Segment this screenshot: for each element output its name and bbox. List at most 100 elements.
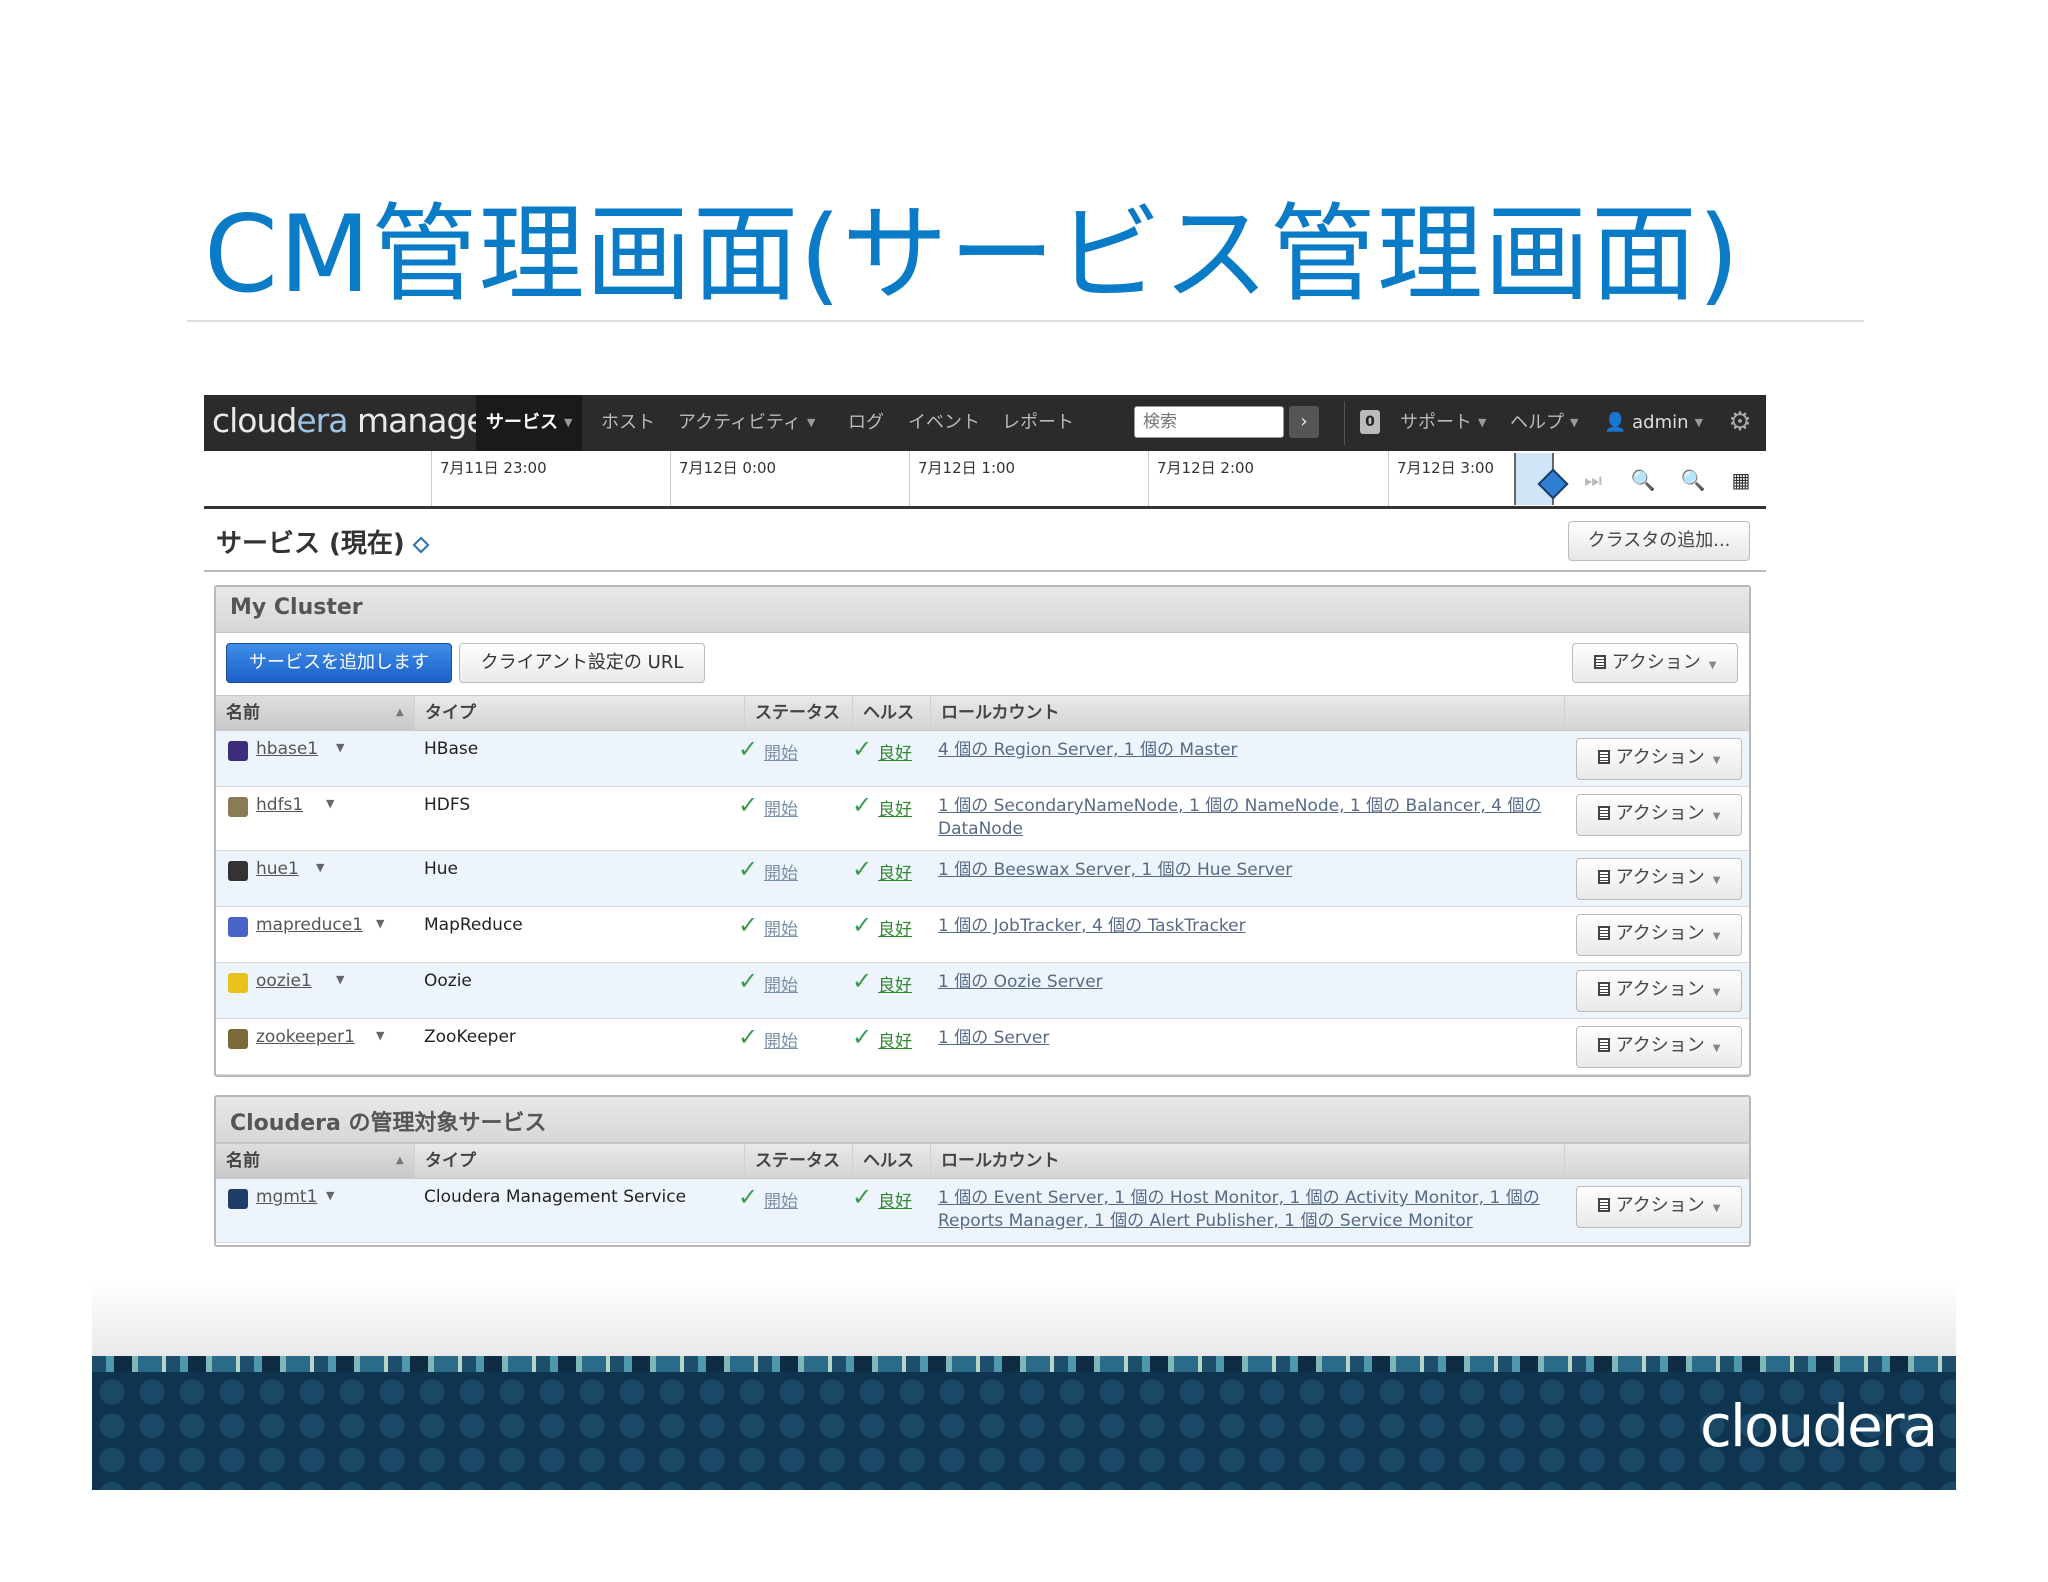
- status-link[interactable]: 開始: [764, 1027, 798, 1052]
- row-actions-button[interactable]: アクション ▼: [1576, 970, 1742, 1012]
- nav-services[interactable]: サービス ▼: [476, 395, 583, 451]
- service-name-link[interactable]: hue1: [256, 859, 299, 879]
- management-service-table-body: mgmt1 ▼ Cloudera Management Service ✓ 開始 ✓ 良好 1…: [216, 1179, 1749, 1243]
- row-actions-button[interactable]: アクション ▼: [1576, 1186, 1742, 1228]
- column-name[interactable]: 名前 ▲: [216, 696, 414, 730]
- role-count-links[interactable]: 1 個の Event Server, 1 個の Host Monitor, 1 …: [938, 1187, 1568, 1233]
- table-row: oozie1 ▼ Oozie ✓ 開始 ✓ 良好 1 個の Oozie Server アクション…: [216, 963, 1749, 1019]
- timeline-bar[interactable]: 7月11日 23:00 7月12日 0:00 7月12日 1:00 7月12日 …: [204, 451, 1766, 509]
- service-name-link[interactable]: mgmt1: [256, 1187, 317, 1207]
- row-actions-button[interactable]: アクション ▼: [1576, 914, 1742, 956]
- nav-events[interactable]: イベント: [908, 395, 980, 451]
- status-link[interactable]: 開始: [764, 915, 798, 940]
- column-type[interactable]: タイプ: [414, 1144, 744, 1178]
- nav-help[interactable]: ヘルプ ▼: [1510, 395, 1578, 451]
- role-count-links[interactable]: 4 個の Region Server, 1 個の Master: [938, 739, 1568, 762]
- check-icon: ✓: [852, 1183, 873, 1211]
- service-name-link[interactable]: hbase1: [256, 739, 318, 759]
- chevron-down-icon[interactable]: ▼: [326, 797, 334, 810]
- table-row: hdfs1 ▼ HDFS ✓ 開始 ✓ 良好 1 個の SecondaryNameNode, …: [216, 787, 1749, 851]
- health-link[interactable]: 良好: [878, 915, 912, 940]
- health-link[interactable]: 良好: [878, 971, 912, 996]
- nav-activities[interactable]: アクティビティ ▼: [678, 395, 815, 451]
- nav-divider: [1344, 401, 1345, 445]
- check-icon: ✓: [852, 855, 873, 883]
- status-link[interactable]: 開始: [764, 1187, 798, 1212]
- chevron-down-icon[interactable]: ▼: [336, 973, 344, 986]
- chevron-down-icon[interactable]: ▼: [326, 1189, 334, 1202]
- nav-logs[interactable]: ログ: [848, 395, 884, 451]
- cloudera-logo: cloudera: [1700, 1392, 1938, 1460]
- chevron-down-icon[interactable]: ▼: [376, 1029, 384, 1042]
- nav-reports[interactable]: レポート: [1002, 395, 1074, 451]
- management-panel-title: Cloudera の管理対象サービス: [216, 1097, 1749, 1143]
- client-config-url-button[interactable]: クライアント設定の URL: [459, 643, 705, 683]
- health-link[interactable]: 良好: [878, 795, 912, 820]
- column-name-label: 名前: [226, 703, 260, 723]
- nav-support-label: サポート: [1400, 412, 1472, 433]
- timeline-tick: 7月12日 0:00: [670, 451, 776, 506]
- skip-to-end-icon[interactable]: ⏭: [1576, 465, 1610, 495]
- top-navigation-bar: cloudera manager サービス ▼ ホスト アクティビティ ▼ ログ イ…: [204, 395, 1766, 451]
- document-icon: [1597, 870, 1610, 884]
- column-type[interactable]: タイプ: [414, 696, 744, 730]
- service-name-link[interactable]: hdfs1: [256, 795, 303, 815]
- row-actions-button[interactable]: アクション ▼: [1576, 858, 1742, 900]
- status-link[interactable]: 開始: [764, 859, 798, 884]
- nav-support[interactable]: サポート ▼: [1400, 395, 1486, 451]
- zoom-out-icon[interactable]: 🔍: [1626, 465, 1660, 495]
- health-link[interactable]: 良好: [878, 1187, 912, 1212]
- service-name-link[interactable]: oozie1: [256, 971, 312, 991]
- check-icon: ✓: [738, 911, 759, 939]
- slide: CM管理画面(サービス管理画面) cloudera manager サービス ▼ …: [0, 0, 2048, 1582]
- check-icon: ✓: [852, 735, 873, 763]
- chevron-down-icon[interactable]: ▼: [336, 741, 344, 754]
- column-name[interactable]: 名前 ▲: [216, 1144, 414, 1178]
- row-actions-button[interactable]: アクション ▼: [1576, 738, 1742, 780]
- status-link[interactable]: 開始: [764, 971, 798, 996]
- role-count-links[interactable]: 1 個の Server: [938, 1027, 1568, 1050]
- role-count-links[interactable]: 1 個の Beeswax Server, 1 個の Hue Server: [938, 859, 1568, 882]
- document-icon: [1597, 1198, 1610, 1212]
- column-status[interactable]: ステータス: [744, 696, 852, 730]
- slide-title: CM管理画面(サービス管理画面): [204, 193, 1741, 316]
- cloudera-manager-logo[interactable]: cloudera manager: [212, 401, 499, 440]
- nav-hosts[interactable]: ホスト: [601, 395, 655, 451]
- column-role-count[interactable]: ロールカウント: [930, 1144, 1564, 1178]
- table-header: 名前 ▲ タイプ ステータス ヘルス ロールカウント: [216, 695, 1749, 731]
- add-cluster-button[interactable]: クラスタの追加...: [1568, 521, 1750, 561]
- cluster-service-table-body: hbase1 ▼ HBase ✓ 開始 ✓ 良好 4 個の Region Server, 1 …: [216, 731, 1749, 1075]
- status-link[interactable]: 開始: [764, 795, 798, 820]
- column-health[interactable]: ヘルス: [852, 696, 930, 730]
- column-health[interactable]: ヘルス: [852, 1144, 930, 1178]
- row-actions-button[interactable]: アクション ▼: [1576, 1026, 1742, 1068]
- gear-icon[interactable]: ⚙: [1726, 405, 1754, 439]
- logo-part-cloud: cloud: [212, 401, 297, 440]
- calendar-icon[interactable]: ▦: [1724, 465, 1758, 495]
- column-role-count[interactable]: ロールカウント: [930, 696, 1564, 730]
- service-type-icon: [228, 917, 248, 937]
- chevron-down-icon[interactable]: ▼: [316, 861, 324, 874]
- add-service-button[interactable]: サービスを追加します: [226, 643, 452, 683]
- role-count-links[interactable]: 1 個の SecondaryNameNode, 1 個の NameNode, 1…: [938, 795, 1568, 841]
- role-count-links[interactable]: 1 個の JobTracker, 4 個の TaskTracker: [938, 915, 1568, 938]
- service-name-link[interactable]: mapreduce1: [256, 915, 363, 935]
- cluster-actions-button[interactable]: アクション ▼: [1572, 643, 1738, 683]
- search-input[interactable]: [1134, 406, 1284, 438]
- role-count-links[interactable]: 1 個の Oozie Server: [938, 971, 1568, 994]
- check-icon: ✓: [738, 967, 759, 995]
- health-link[interactable]: 良好: [878, 859, 912, 884]
- health-link[interactable]: 良好: [878, 1027, 912, 1052]
- row-actions-button[interactable]: アクション ▼: [1576, 794, 1742, 836]
- status-link[interactable]: 開始: [764, 739, 798, 764]
- zoom-in-icon[interactable]: 🔍: [1676, 465, 1710, 495]
- chevron-down-icon[interactable]: ▼: [376, 917, 384, 930]
- column-status[interactable]: ステータス: [744, 1144, 852, 1178]
- notification-count-badge[interactable]: 0: [1360, 410, 1380, 434]
- service-name-link[interactable]: zookeeper1: [256, 1027, 355, 1047]
- health-link[interactable]: 良好: [878, 739, 912, 764]
- search-go-button[interactable]: ›: [1289, 406, 1319, 438]
- chevron-down-icon: ▼: [1712, 755, 1721, 766]
- chevron-down-icon: ▼: [1712, 987, 1721, 998]
- nav-user-menu[interactable]: 👤 admin ▼: [1604, 395, 1703, 451]
